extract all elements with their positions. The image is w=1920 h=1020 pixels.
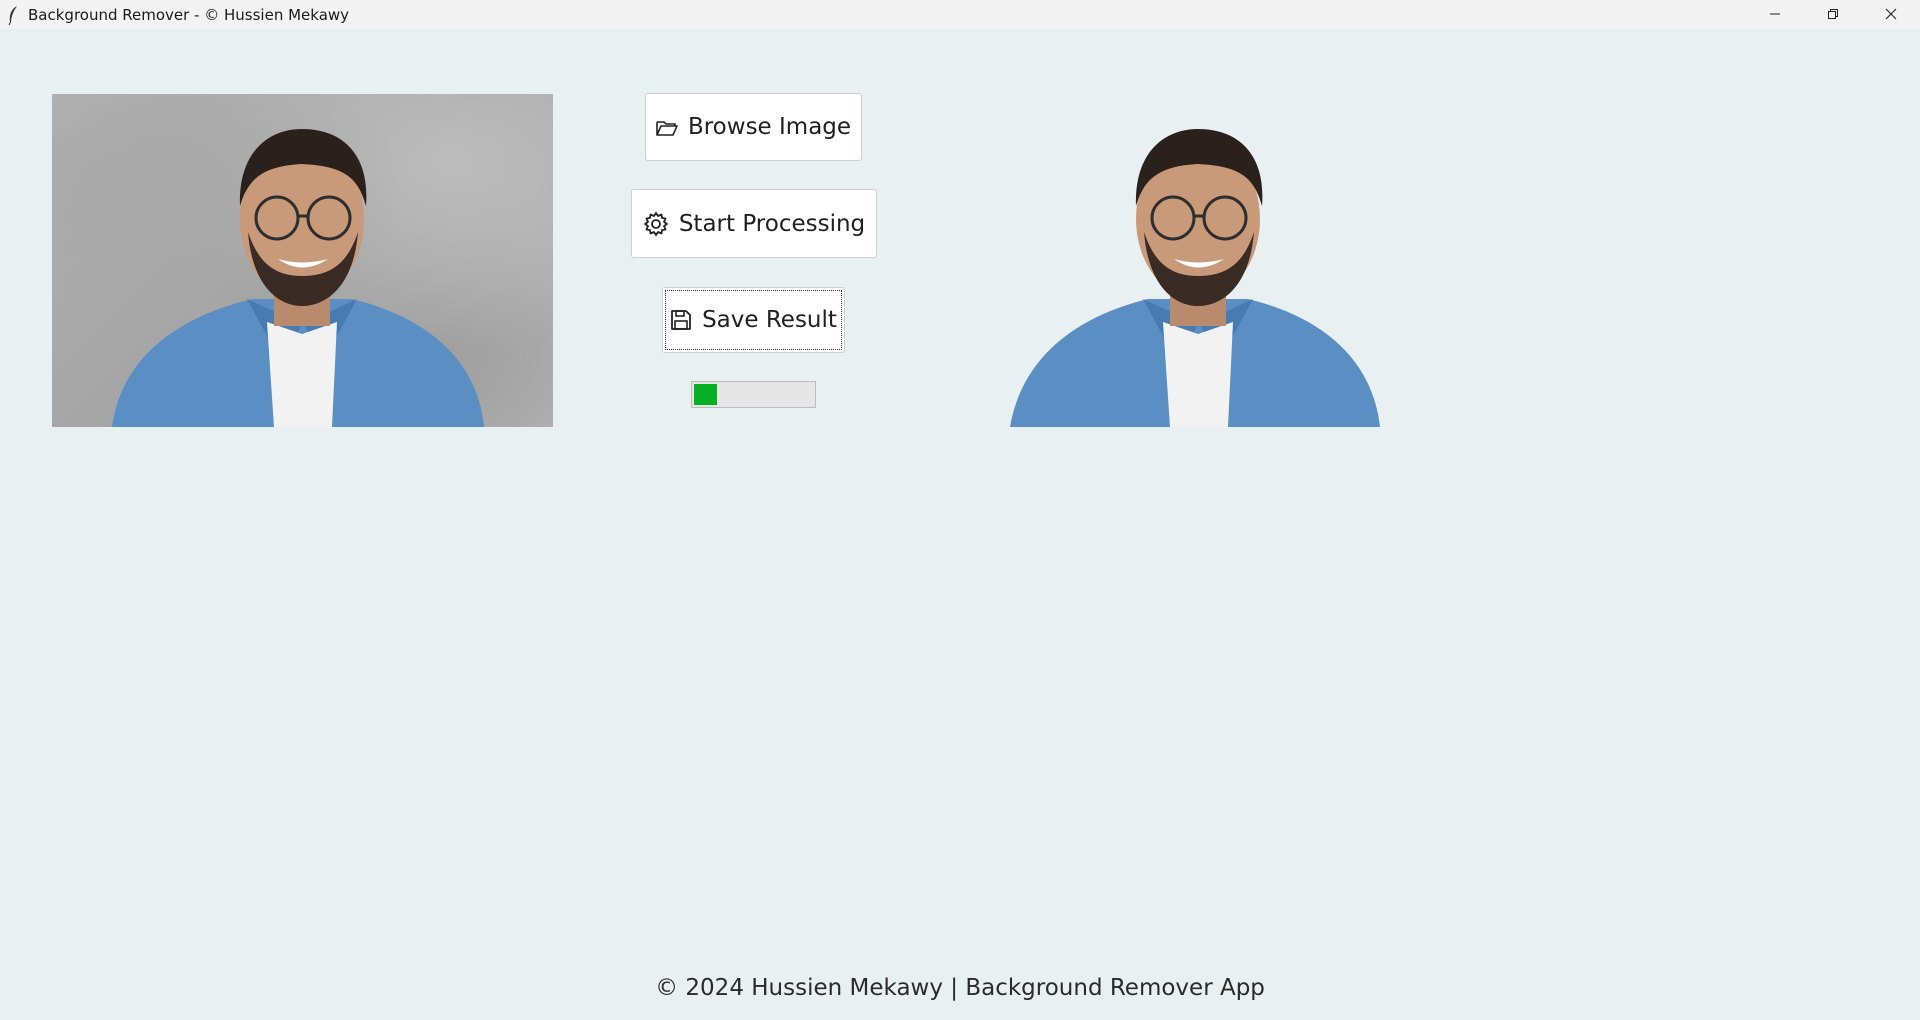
- maximize-button[interactable]: [1804, 0, 1862, 29]
- save-result-button[interactable]: Save Result: [662, 287, 845, 353]
- footer-copyright: © 2024 Hussien Mekawy | Background Remov…: [655, 975, 1265, 1001]
- gear-icon: [643, 211, 669, 237]
- start-processing-button[interactable]: Start Processing: [631, 189, 877, 258]
- close-button[interactable]: [1862, 0, 1920, 29]
- minimize-button[interactable]: [1746, 0, 1804, 29]
- title-bar[interactable]: Background Remover - © Hussien Mekawy: [0, 0, 1920, 29]
- window-title: Background Remover - © Hussien Mekawy: [28, 5, 350, 24]
- start-processing-label: Start Processing: [678, 210, 866, 237]
- save-result-label: Save Result: [702, 307, 837, 333]
- person-cutout: [1010, 129, 1380, 427]
- person-photo: [112, 129, 484, 427]
- folder-open-icon: [656, 118, 678, 136]
- feather-icon: [2, 0, 24, 29]
- result-image: [1000, 94, 1400, 427]
- close-icon: [1885, 5, 1897, 24]
- window-controls: [1746, 0, 1920, 29]
- browse-image-button[interactable]: Browse Image: [645, 93, 862, 161]
- original-image: [52, 94, 553, 427]
- progress-fill: [694, 384, 717, 405]
- floppy-disk-icon: [670, 309, 692, 331]
- restore-icon: [1827, 5, 1839, 24]
- browse-image-label: Browse Image: [687, 114, 852, 140]
- minimize-icon: [1769, 5, 1781, 24]
- app-window: Background Remover - © Hussien Mekawy Br…: [0, 0, 1920, 1020]
- progress-bar: [691, 381, 816, 408]
